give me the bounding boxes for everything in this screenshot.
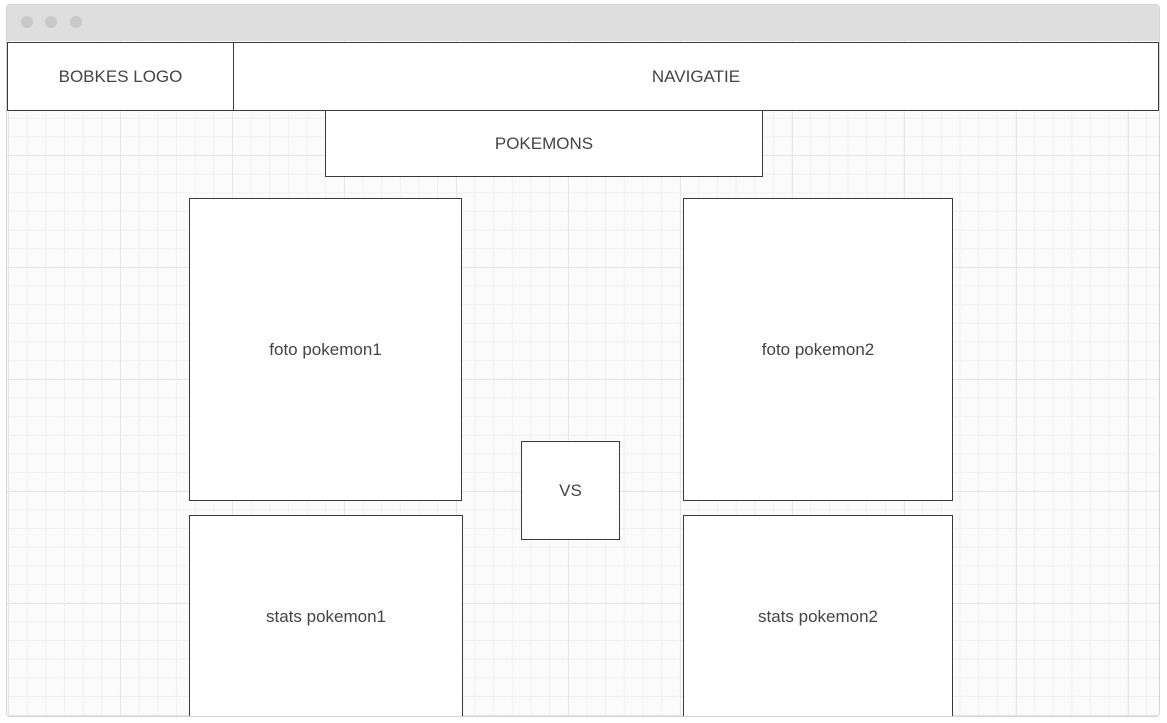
window-close-dot[interactable] <box>21 16 33 28</box>
window-minimize-dot[interactable] <box>45 16 57 28</box>
window-titlebar <box>7 5 1159 41</box>
pokemon2-stats-box: stats pokemon2 <box>683 515 953 716</box>
logo-box[interactable]: BOBKES LOGO <box>7 42 234 111</box>
pokemon1-stats-label: stats pokemon1 <box>265 606 386 626</box>
navigation-box[interactable]: NAVIGATIE <box>233 42 1159 111</box>
pokemon1-photo-box: foto pokemon1 <box>189 198 462 501</box>
wireframe-canvas: BOBKES LOGO NAVIGATIE POKEMONS foto poke… <box>7 41 1159 716</box>
pokemons-title: POKEMONS <box>494 133 594 153</box>
logo-label: BOBKES LOGO <box>58 66 183 86</box>
pokemon2-stats-label: stats pokemon2 <box>757 606 878 626</box>
pokemons-title-box: POKEMONS <box>325 110 763 177</box>
pokemon1-photo-label: foto pokemon1 <box>269 339 382 359</box>
pokemon2-photo-box: foto pokemon2 <box>683 198 953 501</box>
pokemon1-stats-box: stats pokemon1 <box>189 515 463 716</box>
pokemon2-photo-label: foto pokemon2 <box>761 339 875 359</box>
browser-window: BOBKES LOGO NAVIGATIE POKEMONS foto poke… <box>6 4 1160 717</box>
window-maximize-dot[interactable] <box>70 16 82 28</box>
versus-box: VS <box>521 441 620 540</box>
navigation-label: NAVIGATIE <box>651 66 741 86</box>
versus-label: VS <box>559 480 582 500</box>
